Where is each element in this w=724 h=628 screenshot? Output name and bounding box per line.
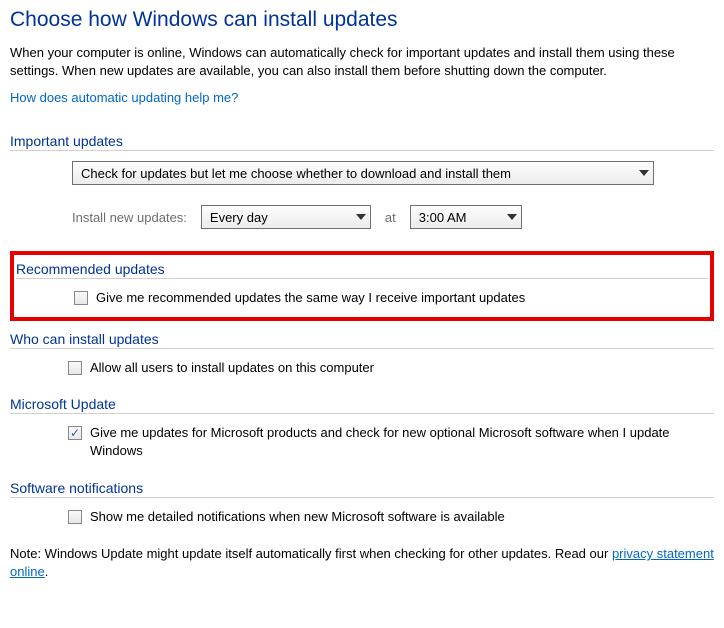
time-dropdown[interactable]: 3:00 AM: [410, 205, 522, 229]
footer-note: Note: Windows Update might update itself…: [10, 545, 714, 581]
chevron-down-icon: [639, 170, 649, 176]
recommended-updates-checkbox[interactable]: [74, 291, 88, 305]
page-title: Choose how Windows can install updates: [10, 8, 714, 32]
section-important-updates: Important updates Check for updates but …: [10, 133, 714, 229]
section-header-important: Important updates: [10, 133, 714, 151]
important-updates-dropdown[interactable]: Check for updates but let me choose whet…: [72, 161, 654, 185]
allow-all-users-checkbox[interactable]: [68, 361, 82, 375]
chevron-down-icon: [507, 214, 517, 220]
section-header-msupdate: Microsoft Update: [10, 396, 714, 414]
schedule-label: Install new updates:: [72, 210, 187, 225]
section-who-can-install: Who can install updates Allow all users …: [10, 331, 714, 377]
section-header-notifications: Software notifications: [10, 480, 714, 498]
time-value: 3:00 AM: [419, 210, 467, 225]
at-label: at: [385, 210, 396, 225]
microsoft-update-label: Give me updates for Microsoft products a…: [90, 424, 714, 459]
microsoft-update-checkbox[interactable]: ✓: [68, 426, 82, 440]
help-link[interactable]: How does automatic updating help me?: [10, 90, 238, 105]
allow-all-users-label: Allow all users to install updates on th…: [90, 359, 374, 377]
software-notifications-checkbox[interactable]: [68, 510, 82, 524]
software-notifications-label: Show me detailed notifications when new …: [90, 508, 505, 526]
section-microsoft-update: Microsoft Update ✓ Give me updates for M…: [10, 396, 714, 459]
section-header-recommended: Recommended updates: [16, 261, 708, 279]
section-header-who: Who can install updates: [10, 331, 714, 349]
schedule-row: Install new updates: Every day at 3:00 A…: [72, 205, 714, 229]
note-prefix: Note: Windows Update might update itself…: [10, 546, 612, 561]
recommended-updates-label: Give me recommended updates the same way…: [96, 289, 525, 307]
frequency-value: Every day: [210, 210, 268, 225]
section-software-notifications: Software notifications Show me detailed …: [10, 480, 714, 526]
intro-text: When your computer is online, Windows ca…: [10, 44, 714, 80]
chevron-down-icon: [356, 214, 366, 220]
important-updates-dropdown-value: Check for updates but let me choose whet…: [81, 166, 511, 181]
recommended-highlight-box: Recommended updates Give me recommended …: [10, 251, 714, 321]
note-suffix: .: [45, 564, 49, 579]
frequency-dropdown[interactable]: Every day: [201, 205, 371, 229]
